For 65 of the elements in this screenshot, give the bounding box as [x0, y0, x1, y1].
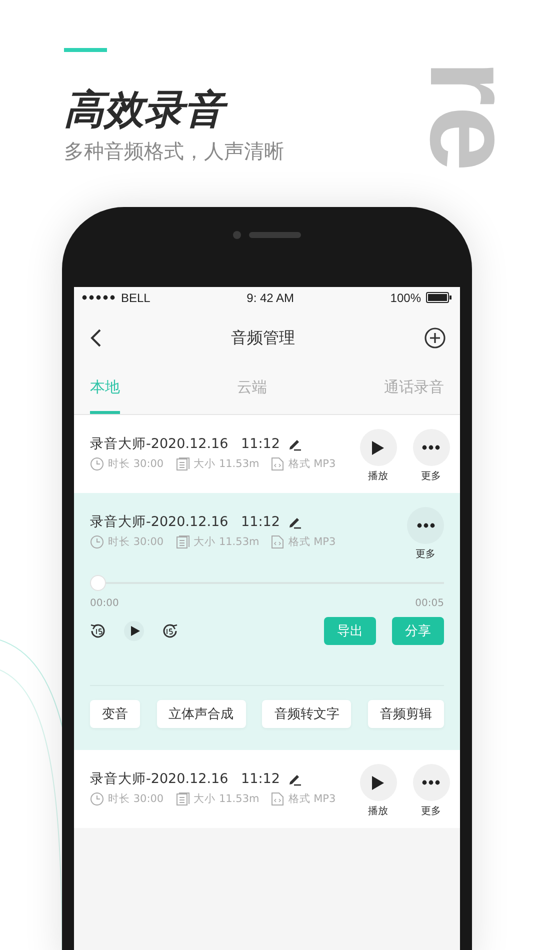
- pencil-icon[interactable]: [288, 515, 302, 529]
- camera-icon: [233, 230, 241, 238]
- more-icon: [416, 523, 434, 528]
- battery-icon: [426, 292, 452, 303]
- play-button[interactable]: [360, 429, 397, 466]
- tool-button[interactable]: 立体声合成: [156, 700, 246, 728]
- clock-icon: [90, 457, 104, 471]
- pencil-icon[interactable]: [288, 437, 302, 451]
- action-label: 播放: [368, 470, 388, 483]
- clock-icon: [90, 792, 104, 806]
- speaker-icon: [249, 232, 301, 238]
- format-text: 格式 MP3: [288, 535, 336, 549]
- action-label: 更多: [416, 548, 436, 561]
- size-text: 大小 11.53m: [194, 792, 260, 806]
- play-button[interactable]: [124, 621, 144, 641]
- more-button[interactable]: [412, 429, 450, 466]
- code-file-icon: [271, 457, 284, 471]
- elapsed-time: 00:00: [90, 598, 119, 609]
- more-icon: [422, 780, 440, 785]
- duration-text: 时长 30:00: [108, 792, 164, 806]
- play-icon: [371, 774, 386, 790]
- backdrop-text: re: [412, 60, 530, 172]
- total-time: 00:05: [415, 598, 444, 609]
- clock-icon: [90, 535, 104, 549]
- size-text: 大小 11.53m: [194, 457, 260, 471]
- recording-card[interactable]: 录音大师-2020.12.16 11:12 时长 30:00 大小 11.53m 格式 MP3 播放 更多: [74, 750, 460, 828]
- recording-name: 录音大师-2020.12.16 11:12: [90, 513, 280, 531]
- action-label: 播放: [368, 804, 388, 818]
- document-icon: [176, 457, 190, 471]
- recording-card[interactable]: 录音大师-2020.12.16 11:12 时长 30:00 大小 11.53m 格式 MP3 播放 更多: [74, 415, 460, 493]
- tool-button[interactable]: 音频剪辑: [368, 700, 444, 728]
- document-icon: [176, 535, 190, 549]
- progress-thumb[interactable]: [90, 575, 106, 591]
- code-file-icon: [271, 535, 284, 549]
- play-icon: [130, 626, 140, 636]
- battery-text: 100%: [390, 290, 421, 304]
- format-text: 格式 MP3: [288, 457, 336, 471]
- back-icon[interactable]: [90, 328, 102, 348]
- tool-button[interactable]: 音频转文字: [262, 700, 352, 728]
- carrier-text: BELL: [121, 290, 150, 304]
- tool-button[interactable]: 变音: [90, 700, 140, 728]
- duration-text: 时长 30:00: [108, 457, 164, 471]
- signal-icon: [82, 295, 116, 300]
- forward-icon[interactable]: [162, 623, 178, 639]
- more-button[interactable]: [407, 507, 444, 544]
- rewind-icon[interactable]: [90, 623, 106, 639]
- recording-name: 录音大师-2020.12.16 11:12: [90, 435, 280, 453]
- document-icon: [176, 792, 190, 806]
- duration-text: 时长 30:00: [108, 535, 164, 549]
- more-button[interactable]: [412, 764, 450, 801]
- recording-card[interactable]: 录音大师-2020.12.16 11:12 时长 30:00 大小 11.53m 格式 MP3 更多 00:00 00:05 导出 分享 变音 立体声合成 音频转文字 音频剪辑: [74, 493, 460, 750]
- screen-title: 音频管理: [231, 328, 295, 348]
- play-button[interactable]: [360, 764, 397, 801]
- recording-name: 录音大师-2020.12.16 11:12: [90, 770, 280, 788]
- action-label: 更多: [421, 805, 442, 818]
- action-label: 更多: [421, 470, 442, 483]
- add-icon[interactable]: [424, 327, 446, 349]
- time-text: 9: 42 AM: [246, 290, 294, 304]
- play-icon: [371, 440, 386, 456]
- size-text: 大小 11.53m: [194, 535, 260, 549]
- code-file-icon: [271, 792, 284, 806]
- more-icon: [422, 445, 440, 450]
- accent-bar: [64, 48, 107, 52]
- pencil-icon[interactable]: [288, 772, 302, 786]
- format-text: 格式 MP3: [288, 792, 336, 806]
